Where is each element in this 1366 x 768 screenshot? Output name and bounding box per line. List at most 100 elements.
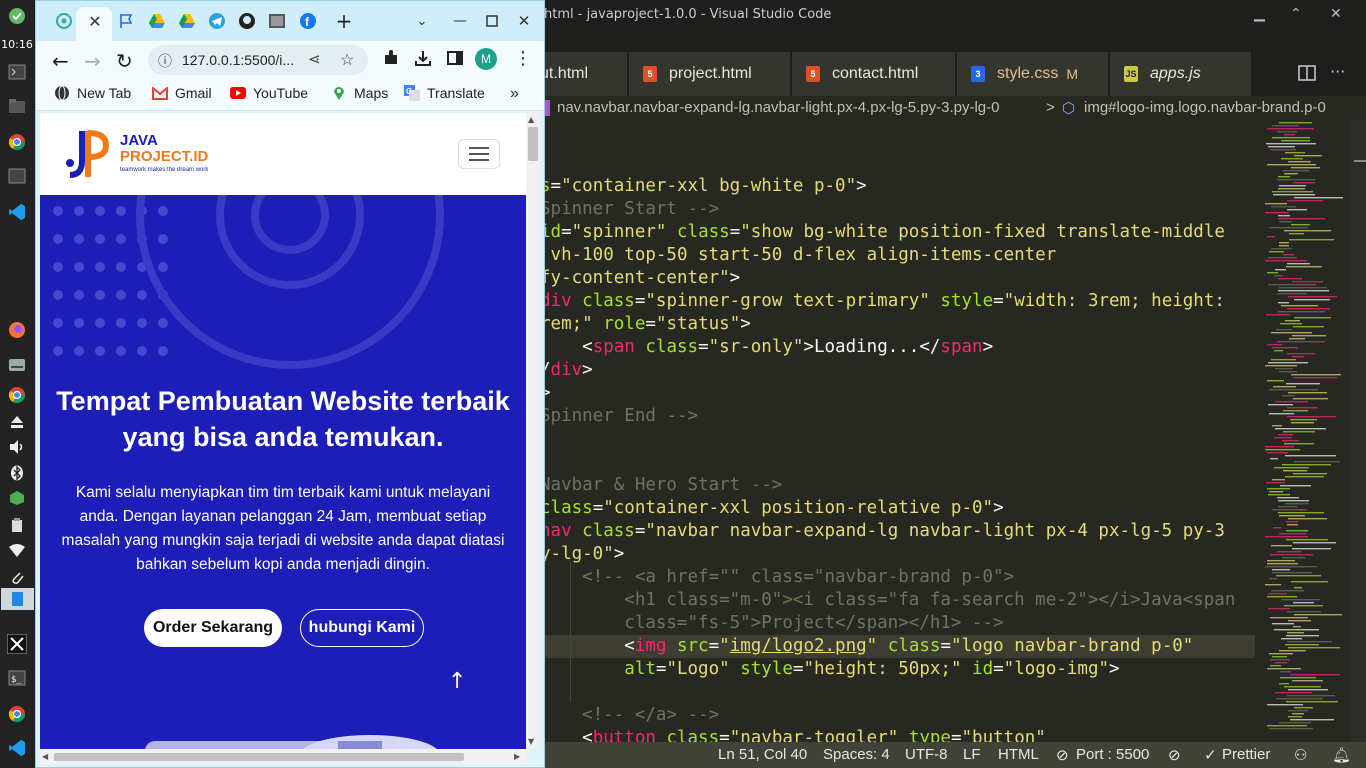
profile-avatar[interactable]: M [475, 48, 497, 70]
side-panel-icon[interactable] [446, 49, 464, 71]
minimize-icon[interactable]: — [450, 11, 470, 31]
code-editor[interactable]: s="container-xxl bg-white p-0"> Spinner … [540, 120, 1255, 742]
updates-icon[interactable] [7, 6, 27, 26]
flag-tab-icon[interactable] [116, 11, 136, 31]
eject-icon[interactable] [7, 412, 27, 432]
scroll-up-arrow-icon[interactable]: ▲ [528, 115, 534, 124]
firefox-icon[interactable] [7, 320, 27, 340]
live-server-icon[interactable]: ⊘ [1056, 746, 1069, 764]
maximize-icon[interactable] [482, 11, 502, 31]
notifications-icon[interactable]: 🔔︎ [1332, 746, 1351, 764]
address-bar[interactable]: ⓘ 127.0.0.1:5500/i... ⋖ ☆ [148, 45, 368, 75]
tab-search-icon[interactable]: ⌄ [412, 11, 432, 31]
wifi-icon[interactable] [7, 541, 27, 561]
bookmark-gmail[interactable]: Gmail [152, 85, 212, 101]
vscode-icon[interactable] [7, 202, 27, 222]
tab-apps-js[interactable]: JS apps.js [1110, 52, 1252, 96]
hero-dot [116, 318, 126, 328]
telegram-tab-icon[interactable] [207, 11, 227, 31]
split-editor-icon[interactable] [1298, 64, 1316, 86]
order-now-button[interactable]: Order Sekarang [144, 609, 282, 647]
breadcrumb-nav[interactable]: nav.navbar.navbar-expand-lg.navbar-light… [557, 99, 999, 116]
chrome3-icon[interactable] [7, 704, 27, 724]
accounts-icon[interactable]: ⚇ [1294, 746, 1307, 764]
more-bookmarks-icon[interactable]: » [510, 85, 519, 103]
indentation[interactable]: Spaces: 4 [823, 746, 890, 763]
site-logo[interactable]: JAVA PROJECT.ID teamwork makes the dream… [60, 127, 220, 183]
more-actions-icon[interactable]: ··· [1330, 62, 1345, 81]
minimap-line [1290, 419, 1317, 421]
live-server-port[interactable]: Port : 5500 [1076, 746, 1149, 763]
back-icon[interactable]: ← [52, 49, 69, 73]
horizontal-scrollbar[interactable]: ◀ ▶ [40, 749, 526, 765]
close-tab-icon[interactable]: ✕ [85, 11, 105, 31]
bookmark-new-tab[interactable]: New Tab [54, 85, 131, 101]
files-icon[interactable] [7, 96, 27, 116]
screenshot-thumb[interactable] [1, 588, 34, 610]
editor-scrollbar[interactable] [1350, 120, 1366, 742]
navbar-toggler-button[interactable] [458, 139, 500, 169]
drive-tab-icon[interactable] [147, 11, 167, 31]
attachment-icon[interactable] [7, 567, 27, 587]
terminal2-icon[interactable] [7, 166, 27, 186]
x-close-app-icon[interactable] [7, 634, 27, 654]
terminal3-icon[interactable]: $_ [7, 668, 27, 688]
tab-about-html[interactable]: ut.html [540, 52, 628, 96]
cursor-position[interactable]: Ln 51, Col 40 [718, 746, 807, 763]
bookmark-label: Translate [427, 85, 485, 101]
bookmark-translate[interactable]: G Translate [404, 85, 485, 101]
url-text[interactable]: 127.0.0.1:5500/i... [182, 52, 294, 68]
minimap-line [1279, 242, 1289, 244]
scroll-right-arrow-icon[interactable]: ▶ [514, 752, 520, 761]
download-icon[interactable] [414, 49, 432, 71]
storage-icon[interactable] [7, 355, 27, 375]
minimap[interactable] [1255, 120, 1350, 742]
back-to-top-icon[interactable]: ↑ [448, 669, 466, 694]
tab-style-css[interactable]: 3 style.css M [957, 52, 1109, 96]
hscroll-thumb[interactable] [54, 753, 464, 761]
reload-icon[interactable]: ↻ [116, 49, 133, 73]
site-info-icon[interactable]: ⓘ [158, 51, 172, 71]
photo-tab-icon[interactable] [267, 11, 287, 31]
bookmark-youtube[interactable]: YouTube [230, 85, 308, 101]
new-tab-button[interactable]: + [334, 9, 354, 33]
minimap-line [1275, 692, 1312, 694]
facebook-tab-icon[interactable]: f [298, 11, 318, 31]
forward-icon[interactable]: → [84, 49, 101, 73]
vscode-window: html - javaproject-1.0.0 - Visual Studio… [540, 0, 1366, 768]
terminal-icon[interactable] [7, 62, 27, 82]
close-icon[interactable]: ✕ [1330, 6, 1342, 22]
chrome2-icon[interactable] [7, 385, 27, 405]
extensions-icon[interactable] [382, 49, 400, 71]
scroll-left-arrow-icon[interactable]: ◀ [42, 752, 48, 761]
chatgpt-tab-icon[interactable] [54, 11, 74, 31]
encoding[interactable]: UTF-8 [905, 746, 948, 763]
scroll-down-arrow-icon[interactable]: ▼ [528, 737, 534, 746]
contact-us-button[interactable]: hubungi Kami [300, 609, 424, 647]
bookmark-maps[interactable]: Maps [331, 85, 388, 101]
bookmark-star-icon[interactable]: ☆ [340, 50, 354, 70]
github-tab-icon[interactable] [237, 11, 257, 31]
minimize-icon[interactable]: ▁ [1254, 6, 1265, 22]
share-icon[interactable]: ⋖ [308, 50, 321, 68]
clipboard-icon[interactable] [7, 515, 27, 535]
scroll-thumb[interactable] [528, 127, 538, 161]
close-window-icon[interactable]: ✕ [514, 11, 534, 31]
minimap-line [1286, 635, 1319, 637]
vscode2-icon[interactable] [7, 738, 27, 758]
no-sync-icon[interactable]: ⊘ [1168, 746, 1181, 764]
volume-icon[interactable] [7, 437, 27, 457]
bluetooth-icon[interactable] [7, 463, 27, 483]
tab-contact-html[interactable]: 5 contact.html [792, 52, 956, 96]
tab-project-html[interactable]: 5 project.html [629, 52, 791, 96]
package-icon[interactable] [7, 488, 27, 508]
drive2-tab-icon[interactable] [177, 11, 197, 31]
language-mode[interactable]: HTML [998, 746, 1039, 763]
prettier-status[interactable]: Prettier [1222, 746, 1270, 763]
restore-icon[interactable]: ⌃ [1290, 6, 1302, 22]
page-scrollbar[interactable]: ▲ ▼ [526, 113, 540, 749]
chrome-icon[interactable] [7, 132, 27, 152]
line-ending[interactable]: LF [963, 746, 981, 763]
chrome-menu-icon[interactable]: ⋮ [514, 48, 532, 69]
breadcrumb-img[interactable]: img#logo-img.logo.navbar-brand.p-0 [1084, 99, 1326, 116]
